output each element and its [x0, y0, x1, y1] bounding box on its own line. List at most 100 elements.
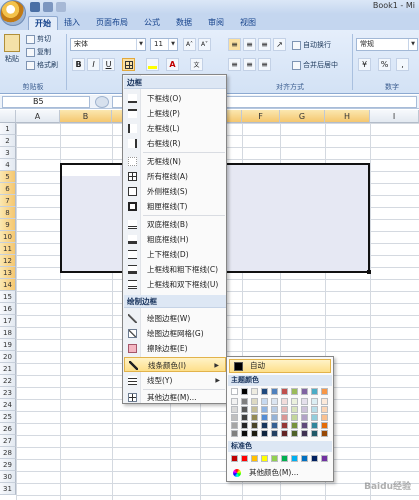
theme-shade-swatch[interactable]	[241, 430, 248, 437]
tab-page-layout[interactable]: 页面布局	[90, 16, 134, 30]
theme-color-swatch[interactable]	[241, 388, 248, 395]
standard-color-swatch[interactable]	[281, 455, 288, 462]
column-header[interactable]: H	[325, 110, 370, 123]
row-header[interactable]: 20	[0, 351, 16, 363]
theme-shade-swatch[interactable]	[301, 422, 308, 429]
row-header[interactable]: 19	[0, 339, 16, 351]
align-center-button[interactable]: ≡	[243, 58, 256, 71]
standard-color-swatch[interactable]	[311, 455, 318, 462]
grow-font-button[interactable]: A˄	[183, 38, 196, 51]
theme-color-swatch[interactable]	[291, 388, 298, 395]
theme-shade-swatch[interactable]	[281, 422, 288, 429]
column-header[interactable]: A	[16, 110, 60, 123]
tab-review[interactable]: 审阅	[202, 16, 230, 30]
theme-color-swatch[interactable]	[261, 388, 268, 395]
theme-shade-swatch[interactable]	[241, 414, 248, 421]
row-header[interactable]: 13	[0, 267, 16, 279]
italic-button[interactable]: I	[87, 58, 100, 71]
theme-shade-swatch[interactable]	[251, 398, 258, 405]
row-header[interactable]: 17	[0, 315, 16, 327]
standard-color-swatch[interactable]	[261, 455, 268, 462]
orientation-button[interactable]: ↗	[273, 38, 286, 51]
row-header[interactable]: 10	[0, 231, 16, 243]
menu-item-left-border[interactable]: 左框线(L)	[124, 121, 226, 136]
merge-center-button[interactable]: 合并后居中	[292, 60, 338, 70]
row-header[interactable]: 23	[0, 387, 16, 399]
row-header[interactable]: 30	[0, 471, 16, 483]
comma-button[interactable]: ,	[396, 58, 409, 71]
theme-shade-swatch[interactable]	[321, 398, 328, 405]
theme-shade-swatch[interactable]	[311, 398, 318, 405]
menu-item-line-color[interactable]: 线条颜色(I) ▶	[124, 357, 226, 372]
row-header[interactable]: 31	[0, 483, 16, 495]
menu-item-no-border[interactable]: 无框线(N)	[124, 154, 226, 169]
menu-item-line-style[interactable]: 线型(Y) ▶	[124, 373, 226, 388]
row-header[interactable]: 9	[0, 219, 16, 231]
row-header[interactable]: 28	[0, 447, 16, 459]
paste-button[interactable]: 粘贴	[4, 34, 20, 64]
theme-shade-swatch[interactable]	[301, 406, 308, 413]
format-painter-button[interactable]: 格式刷	[26, 60, 58, 70]
theme-shade-swatch[interactable]	[311, 430, 318, 437]
office-button[interactable]	[0, 0, 26, 26]
standard-color-swatch[interactable]	[241, 455, 248, 462]
row-header[interactable]: 21	[0, 363, 16, 375]
theme-color-swatch[interactable]	[251, 388, 258, 395]
theme-shade-swatch[interactable]	[311, 414, 318, 421]
theme-shade-swatch[interactable]	[261, 406, 268, 413]
menu-item-all-borders[interactable]: 所有框线(A)	[124, 169, 226, 184]
align-middle-button[interactable]: ≡	[243, 38, 256, 51]
copy-button[interactable]: 复制	[26, 47, 51, 57]
theme-shade-swatch[interactable]	[261, 398, 268, 405]
shrink-font-button[interactable]: A˅	[198, 38, 211, 51]
theme-shade-swatch[interactable]	[271, 430, 278, 437]
bold-button[interactable]: B	[72, 58, 85, 71]
theme-shade-swatch[interactable]	[321, 414, 328, 421]
tab-view[interactable]: 视图	[234, 16, 262, 30]
row-header[interactable]: 6	[0, 183, 16, 195]
theme-shade-swatch[interactable]	[251, 406, 258, 413]
redo-icon[interactable]	[56, 2, 66, 12]
currency-button[interactable]: ¥	[358, 58, 371, 71]
theme-shade-swatch[interactable]	[291, 414, 298, 421]
theme-shade-swatch[interactable]	[241, 422, 248, 429]
theme-shade-swatch[interactable]	[291, 422, 298, 429]
row-header[interactable]: 4	[0, 159, 16, 171]
menu-item-more-borders[interactable]: 其他边框(M)...	[124, 390, 226, 405]
standard-color-swatch[interactable]	[251, 455, 258, 462]
row-header[interactable]: 15	[0, 291, 16, 303]
row-header[interactable]: 16	[0, 303, 16, 315]
row-header[interactable]: 27	[0, 435, 16, 447]
theme-shade-swatch[interactable]	[251, 430, 258, 437]
column-header[interactable]: F	[242, 110, 280, 123]
theme-shade-swatch[interactable]	[261, 414, 268, 421]
row-header[interactable]: 8	[0, 207, 16, 219]
theme-shade-swatch[interactable]	[301, 430, 308, 437]
menu-item-thick-bottom-border[interactable]: 粗底框线(H)	[124, 232, 226, 247]
menu-item-draw-border[interactable]: 绘图边框(W)	[124, 311, 226, 326]
theme-shade-swatch[interactable]	[291, 398, 298, 405]
row-header[interactable]: 2	[0, 135, 16, 147]
theme-shade-swatch[interactable]	[231, 406, 238, 413]
column-header[interactable]: B	[60, 110, 112, 123]
row-header[interactable]: 22	[0, 375, 16, 387]
cut-button[interactable]: 剪切	[26, 34, 51, 44]
tab-data[interactable]: 数据	[170, 16, 198, 30]
align-bottom-button[interactable]: ≡	[258, 38, 271, 51]
underline-button[interactable]: U	[102, 58, 115, 71]
undo-icon[interactable]	[43, 2, 53, 12]
theme-shade-swatch[interactable]	[251, 422, 258, 429]
theme-color-swatch[interactable]	[281, 388, 288, 395]
theme-shade-swatch[interactable]	[231, 398, 238, 405]
theme-shade-swatch[interactable]	[291, 430, 298, 437]
theme-shade-swatch[interactable]	[321, 422, 328, 429]
theme-shade-swatch[interactable]	[311, 422, 318, 429]
menu-item-erase-border[interactable]: 擦除边框(E)	[124, 341, 226, 356]
font-color-button[interactable]: A	[166, 58, 179, 71]
row-header[interactable]: 11	[0, 243, 16, 255]
menu-item-draw-border-grid[interactable]: 绘图边框网格(G)	[124, 326, 226, 341]
column-header[interactable]: G	[280, 110, 325, 123]
theme-shade-swatch[interactable]	[311, 406, 318, 413]
theme-shade-swatch[interactable]	[261, 430, 268, 437]
fill-color-button[interactable]	[146, 58, 159, 71]
